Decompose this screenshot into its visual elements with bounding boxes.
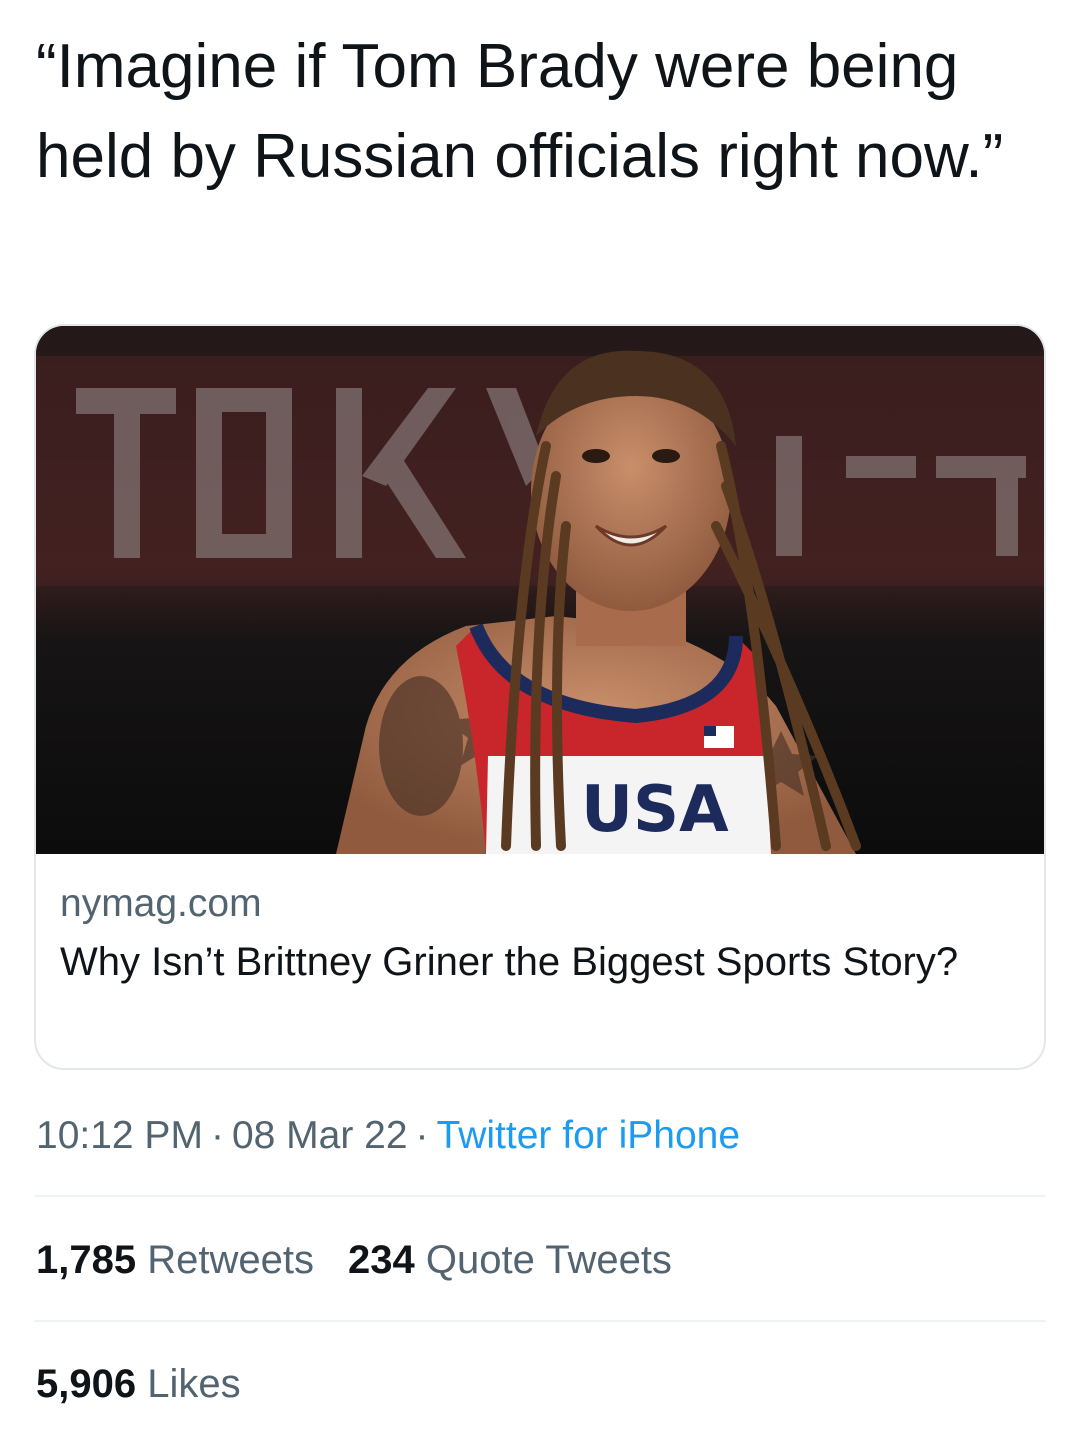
tweet-source-link[interactable]: Twitter for iPhone	[437, 1114, 740, 1157]
meta-separator: ·	[415, 1114, 429, 1157]
card-title: Why Isn’t Brittney Griner the Biggest Sp…	[60, 940, 959, 984]
meta-separator: ·	[210, 1114, 224, 1157]
tweet-time[interactable]: 10:12 PM	[36, 1114, 203, 1157]
likes-label: Likes	[147, 1362, 241, 1406]
retweets-stat[interactable]: 1,785 Retweets	[36, 1238, 314, 1282]
retweets-count: 1,785	[36, 1238, 137, 1282]
stats-row-shares: 1,785 Retweets 234 Quote Tweets	[36, 1232, 672, 1288]
quote-tweets-label: Quote Tweets	[425, 1238, 672, 1282]
card-image[interactable]: USA	[36, 326, 1044, 854]
quote-tweets-stat[interactable]: 234 Quote Tweets	[348, 1238, 672, 1282]
link-preview-card[interactable]: USA nymag.com Why Isn’t Brittney Griner …	[34, 324, 1046, 1070]
quote-tweets-count: 234	[347, 1238, 415, 1282]
card-meta: nymag.com Why Isn’t Brittney Griner the …	[60, 874, 1020, 990]
tweet-date[interactable]: 08 Mar 22	[232, 1114, 408, 1157]
stats-row-likes: 5,906 Likes	[36, 1356, 241, 1412]
svg-text:USA: USA	[581, 773, 729, 847]
card-photo: USA	[36, 326, 1044, 854]
divider	[34, 1195, 1046, 1197]
card-domain: nymag.com	[60, 882, 262, 925]
divider	[34, 1320, 1046, 1322]
retweets-label: Retweets	[147, 1238, 314, 1282]
tweet-meta: 10:12 PM · 08 Mar 22 · Twitter for iPhone	[36, 1108, 740, 1164]
likes-count: 5,906	[36, 1362, 137, 1406]
likes-stat[interactable]: 5,906 Likes	[36, 1362, 241, 1406]
tweet-text: “Imagine if Tom Brady were being held by…	[36, 32, 1004, 191]
